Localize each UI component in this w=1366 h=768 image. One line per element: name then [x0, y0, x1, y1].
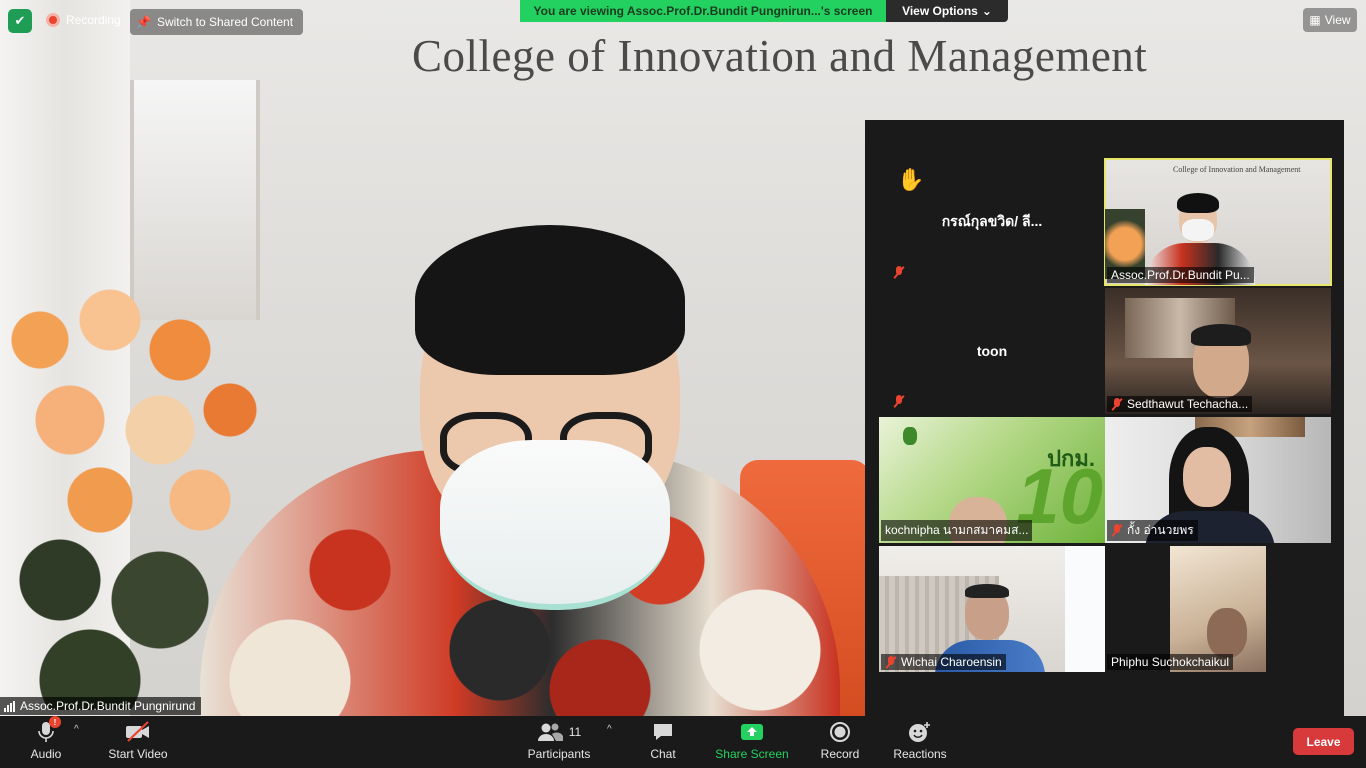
participant-name: toon [976, 343, 1008, 359]
recording-dot-icon [46, 13, 60, 27]
chat-label: Chat [650, 747, 676, 761]
video-person [1182, 219, 1214, 241]
participant-label: Phiphu Suchokchaikul [1107, 654, 1234, 670]
chat-button[interactable]: Chat [640, 720, 686, 766]
switch-shared-label: Switch to Shared Content [156, 15, 294, 29]
active-speaker-label: Assoc.Prof.Dr.Bundit Pungnirund [0, 697, 202, 715]
participant-label: Assoc.Prof.Dr.Bundit Pu... [1107, 267, 1254, 283]
audio-options-caret-icon[interactable]: ^ [74, 724, 79, 735]
microphone-icon: ! [37, 716, 61, 744]
reactions-button[interactable]: Reactions [890, 720, 950, 766]
view-options-label: View Options [902, 4, 978, 18]
zoom-meeting-window: College of Innovation and Management ✔ R… [0, 0, 1366, 768]
recording-label: Recording [66, 13, 121, 27]
participant-tile[interactable]: ปกม. 10 kochnipha นามกสมาคมส... [879, 417, 1105, 543]
switch-to-shared-content-button[interactable]: 📌 Switch to Shared Content [130, 9, 304, 35]
record-label: Record [820, 747, 860, 761]
audio-label: Audio [30, 747, 62, 761]
reactions-smiley-icon [908, 720, 932, 744]
participant-label-text: kochnipha นามกสมาคมส... [885, 523, 1029, 537]
video-person [1177, 193, 1219, 213]
video-person [1191, 324, 1251, 346]
signal-strength-icon [4, 700, 15, 712]
video-person [965, 584, 1009, 598]
grid-icon: ▦ [1309, 13, 1321, 27]
pin-icon: 📌 [136, 15, 151, 29]
view-label: View [1324, 13, 1351, 27]
view-button[interactable]: ▦ View [1303, 8, 1357, 32]
organization-logo-icon [903, 427, 917, 445]
participants-button[interactable]: 11 Participants [522, 720, 596, 766]
record-button[interactable]: Record [816, 720, 864, 766]
start-video-button[interactable]: Start Video [104, 720, 172, 766]
record-icon [829, 720, 851, 744]
wall-sign-text: College of Innovation and Management [412, 31, 1148, 81]
participant-tile[interactable]: ✋ กรณ์กุลขวิด/ ลี... [879, 159, 1105, 285]
active-speaker-name: Assoc.Prof.Dr.Bundit Pungnirund [20, 699, 196, 713]
video-person [1183, 447, 1231, 507]
participant-label-text: Phiphu Suchokchaikul [1111, 655, 1230, 669]
chevron-down-icon: ⌄ [981, 4, 992, 18]
speaker-face-mask [440, 440, 670, 610]
share-screen-button[interactable]: Share Screen [712, 720, 792, 766]
participant-label: กั้ง อ่านวยพร [1107, 520, 1198, 541]
video-off-icon [124, 720, 152, 744]
participant-tile-active-speaker[interactable]: College of Innovation and Management Ass… [1104, 158, 1332, 286]
muted-microphone-icon [1111, 524, 1123, 537]
participant-label-text: Assoc.Prof.Dr.Bundit Pu... [1111, 268, 1250, 282]
speaker-hair [415, 225, 685, 375]
muted-microphone-icon [893, 266, 905, 279]
recording-indicator[interactable]: Recording [40, 8, 127, 32]
muted-microphone-icon [885, 655, 897, 669]
start-video-label: Start Video [108, 747, 168, 761]
audio-button[interactable]: ! Audio [22, 716, 70, 766]
participant-tile[interactable]: กั้ง อ่านวยพร [1105, 417, 1331, 543]
video-wall-sign: College of Innovation and Management [1173, 165, 1301, 174]
participant-tile[interactable]: toon [879, 288, 1105, 414]
participant-label: Sedthawut Techacha... [1107, 396, 1253, 412]
participants-count: 11 [568, 725, 582, 739]
audio-alert-badge: ! [49, 716, 61, 728]
participant-tile[interactable]: Wichai Charoensin [879, 546, 1105, 672]
participants-options-caret-icon[interactable]: ^ [607, 724, 612, 735]
leave-meeting-button[interactable]: Leave [1293, 728, 1354, 755]
participant-label: Wichai Charoensin [881, 654, 1006, 670]
participant-tile[interactable]: Phiphu Suchokchaikul [1105, 546, 1331, 672]
share-screen-label: Share Screen [715, 747, 789, 761]
participant-name: กรณ์กุลขวิด/ ลี... [941, 213, 1043, 229]
meeting-toolbar: ! Audio ^ Start Video 11 Participants ^ … [0, 716, 1366, 768]
muted-microphone-icon [1111, 397, 1123, 411]
participant-label-text: Wichai Charoensin [901, 655, 1002, 669]
participants-label: Participants [527, 747, 591, 761]
participant-label: kochnipha นามกสมาคมส... [881, 520, 1033, 541]
chat-icon [652, 720, 674, 744]
reactions-label: Reactions [893, 747, 947, 761]
gallery-panel: ✋ กรณ์กุลขวิด/ ลี... College of Innovati… [865, 120, 1344, 716]
participant-tile[interactable]: Sedthawut Techacha... [1105, 288, 1331, 414]
share-screen-icon [740, 720, 764, 744]
viewing-screen-banner: You are viewing Assoc.Prof.Dr.Bundit Pun… [520, 0, 886, 22]
participant-label-text: กั้ง อ่านวยพร [1127, 523, 1194, 537]
video-person [1207, 608, 1247, 658]
participant-label-text: Sedthawut Techacha... [1127, 397, 1249, 411]
participants-icon: 11 [537, 720, 581, 744]
video-background [1065, 546, 1105, 672]
view-options-dropdown[interactable]: View Options ⌄ [886, 0, 1008, 22]
muted-microphone-icon [893, 395, 905, 408]
security-shield-icon[interactable]: ✔ [8, 9, 32, 33]
